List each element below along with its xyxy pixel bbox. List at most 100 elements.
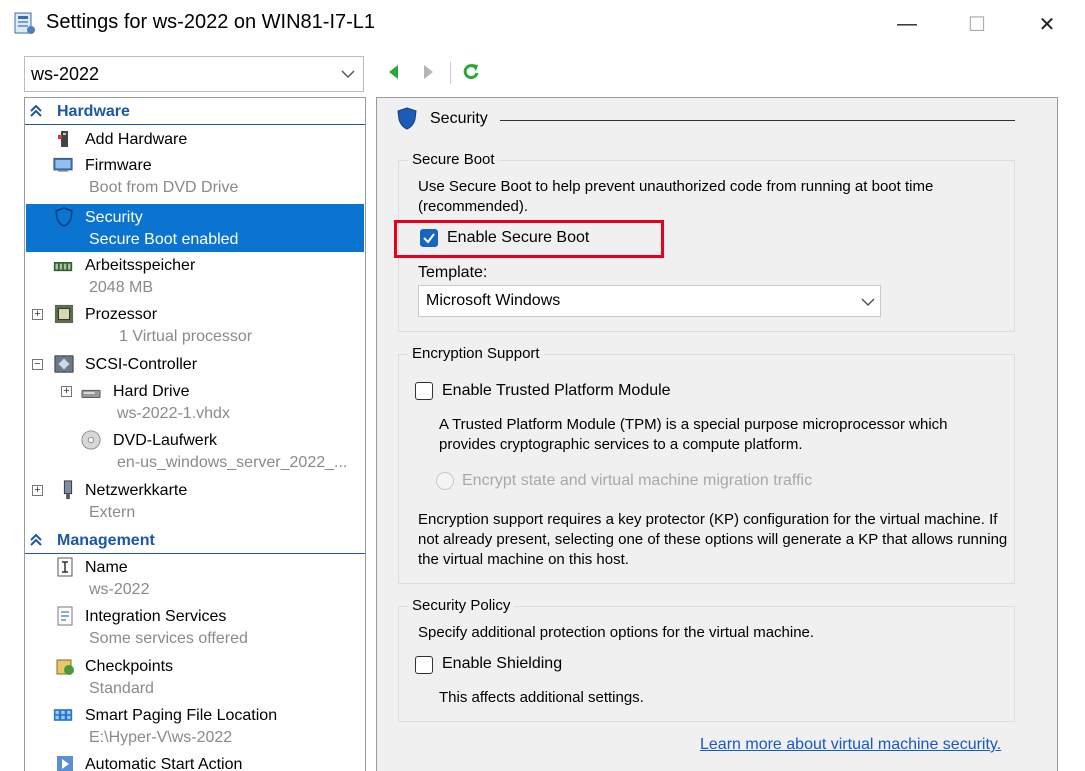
scsi-controller-icon xyxy=(54,355,74,373)
sidebar-item-label: Automatic Start Action xyxy=(85,756,243,771)
security-policy-group-title: Security Policy xyxy=(408,597,515,614)
chevron-down-icon xyxy=(341,70,355,79)
sidebar-item-label: Firmware xyxy=(85,157,152,174)
automatic-start-icon xyxy=(57,756,73,771)
sidebar-item-subtext: E:\Hyper-V\ws-2022 xyxy=(89,729,233,746)
sidebar-item-label: Name xyxy=(85,559,128,576)
management-section-header[interactable]: Management xyxy=(25,529,365,554)
maximize-button[interactable]: ☐ xyxy=(949,0,1005,48)
security-policy-description: Specify additional protection options fo… xyxy=(418,624,815,641)
minimize-button[interactable]: — xyxy=(879,0,935,48)
sidebar-item-label: Integration Services xyxy=(85,608,227,625)
section-rule xyxy=(25,124,365,125)
sidebar-item-scsi-controller[interactable]: SCSI-Controller xyxy=(53,354,353,378)
sidebar-item-label: Netzwerkkarte xyxy=(85,482,188,499)
vm-selector-dropdown[interactable]: ws-2022 xyxy=(24,56,364,92)
title-bar: Settings for ws-2022 on WIN81-I7-L1 — ☐ … xyxy=(0,0,1085,48)
sidebar-item-checkpoints[interactable]: Checkpoints Standard xyxy=(53,656,353,702)
sidebar-item-subtext: Standard xyxy=(89,680,154,697)
sidebar-item-subtext: en-us_windows_server_2022_... xyxy=(117,454,348,471)
hardware-header-label: Hardware xyxy=(57,103,130,120)
sidebar-item-label: Hard Drive xyxy=(113,383,190,400)
secure-boot-description: Use Secure Boot to help prevent unauthor… xyxy=(418,178,934,215)
learn-more-link[interactable]: Learn more about virtual machine securit… xyxy=(700,736,1001,754)
dvd-disc-icon xyxy=(81,430,101,450)
vm-selector-value: ws-2022 xyxy=(31,64,100,84)
sidebar-item-security[interactable]: Security Secure Boot enabled xyxy=(26,204,364,252)
expand-toggle[interactable]: + xyxy=(32,309,43,320)
enable-tpm-checkbox[interactable] xyxy=(415,382,433,400)
sidebar-item-subtext: 2048 MB xyxy=(89,279,154,296)
secure-boot-group-title: Secure Boot xyxy=(408,151,499,168)
sidebar-item-subtext: ws-2022-1.vhdx xyxy=(117,405,230,422)
network-adapter-icon xyxy=(63,480,73,500)
checkpoints-icon xyxy=(56,659,74,675)
sidebar-item-integration-services[interactable]: Integration Services Some services offer… xyxy=(53,606,353,652)
hard-drive-icon xyxy=(81,389,101,398)
sidebar-item-label: Arbeitsspeicher xyxy=(85,257,196,274)
enable-shielding-label[interactable]: Enable Shielding xyxy=(442,655,562,673)
sidebar-item-network-adapter[interactable]: Netzwerkkarte Extern xyxy=(53,480,353,526)
collapse-toggle[interactable]: − xyxy=(32,359,43,370)
forward-arrow-icon[interactable] xyxy=(419,63,437,81)
sidebar-item-subtext: Some services offered xyxy=(89,630,248,647)
sidebar-item-name[interactable]: Name ws-2022 xyxy=(53,557,353,603)
kp-note: Encryption support requires a key protec… xyxy=(418,511,1008,568)
template-label: Template: xyxy=(418,264,488,281)
expand-toggle[interactable]: + xyxy=(61,386,72,397)
highlight-box xyxy=(394,220,664,258)
template-value: Microsoft Windows xyxy=(426,292,561,309)
sidebar-item-firmware[interactable]: Firmware Boot from DVD Drive xyxy=(53,155,353,201)
shield-icon xyxy=(55,207,73,227)
shielding-note: This affects additional settings. xyxy=(439,689,644,706)
sidebar-item-label: SCSI-Controller xyxy=(85,356,198,373)
expand-toggle[interactable]: + xyxy=(32,485,43,496)
sidebar-item-subtext: Boot from DVD Drive xyxy=(89,179,239,196)
sidebar-item-automatic-start-action[interactable]: Automatic Start Action xyxy=(53,754,353,771)
close-button[interactable]: ✕ xyxy=(1019,0,1075,48)
collapse-chevron-icon xyxy=(30,533,42,546)
management-header-label: Management xyxy=(57,532,155,549)
sidebar-item-dvd-drive[interactable]: DVD-Laufwerk en-us_windows_server_2022_.… xyxy=(81,430,365,476)
sidebar-item-label: Smart Paging File Location xyxy=(85,707,278,724)
tpm-description: A Trusted Platform Module (TPM) is a spe… xyxy=(439,416,948,453)
template-dropdown[interactable]: Microsoft Windows xyxy=(418,285,881,317)
sidebar-item-subtext: Extern xyxy=(89,504,136,521)
sidebar-item-subtext: Secure Boot enabled xyxy=(89,231,239,248)
firmware-icon xyxy=(53,157,73,172)
toolbar-separator xyxy=(450,62,451,84)
enable-shielding-checkbox[interactable] xyxy=(415,656,433,674)
sidebar-item-processor[interactable]: Prozessor 1 Virtual processor xyxy=(53,304,353,350)
integration-services-icon xyxy=(57,606,73,626)
enable-tpm-label[interactable]: Enable Trusted Platform Module xyxy=(442,382,671,400)
sidebar-item-subtext: ws-2022 xyxy=(89,581,150,598)
refresh-icon[interactable] xyxy=(461,62,481,82)
back-arrow-icon[interactable] xyxy=(385,63,403,81)
sidebar-item-subtext: 1 Virtual processor xyxy=(119,328,253,345)
settings-app-icon xyxy=(14,12,35,34)
heading-rule xyxy=(500,120,1015,121)
memory-icon xyxy=(53,262,73,272)
smart-paging-icon xyxy=(53,709,73,721)
sidebar-item-memory[interactable]: Arbeitsspeicher 2048 MB xyxy=(53,255,353,301)
sidebar-item-add-hardware[interactable]: Add Hardware xyxy=(53,129,353,153)
sidebar-item-hard-drive[interactable]: Hard Drive ws-2022-1.vhdx xyxy=(81,381,361,427)
add-hardware-icon xyxy=(58,131,68,147)
settings-tree: Hardware Add Hardware Firmware Boot from… xyxy=(24,97,366,771)
chevron-down-icon xyxy=(861,298,875,307)
sidebar-item-label: Add Hardware xyxy=(85,131,188,148)
encrypt-traffic-label[interactable]: Encrypt state and virtual machine migrat… xyxy=(462,472,812,490)
panel-heading: Security xyxy=(430,110,488,127)
shield-icon xyxy=(397,107,417,130)
processor-icon xyxy=(54,304,74,324)
hardware-section-header[interactable]: Hardware xyxy=(25,100,365,125)
sidebar-item-label: Checkpoints xyxy=(85,658,174,675)
sidebar-item-label: Prozessor xyxy=(85,306,158,323)
encrypt-traffic-checkbox[interactable] xyxy=(436,472,454,490)
sidebar-item-label: DVD-Laufwerk xyxy=(113,432,218,449)
name-icon xyxy=(57,557,73,577)
sidebar-item-smart-paging[interactable]: Smart Paging File Location E:\Hyper-V\ws… xyxy=(53,705,363,751)
sidebar-item-label: Security xyxy=(85,209,143,226)
section-rule xyxy=(25,553,365,554)
encryption-group-title: Encryption Support xyxy=(408,345,544,362)
